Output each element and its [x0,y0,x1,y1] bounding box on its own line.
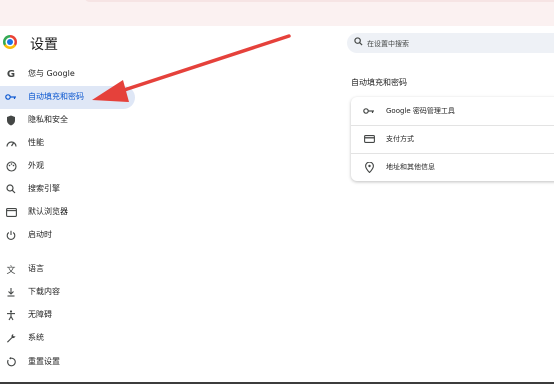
annotation-arrow [92,34,291,102]
